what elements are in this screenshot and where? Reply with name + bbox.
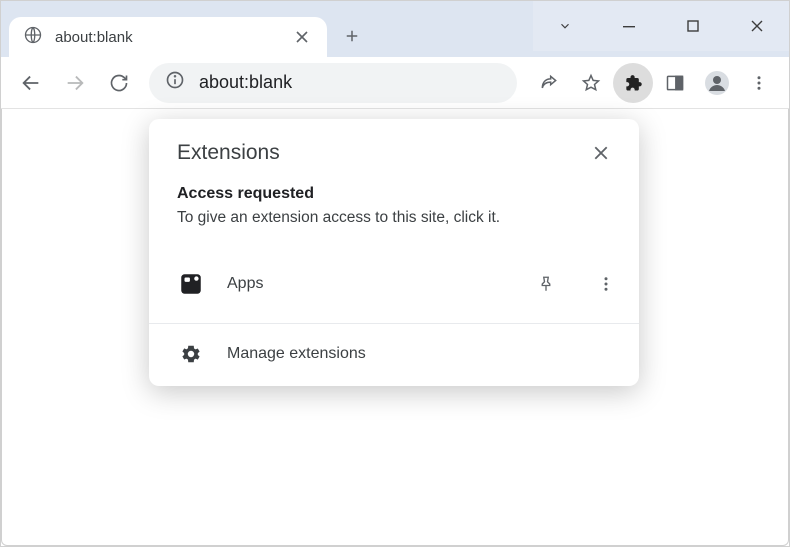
forward-button[interactable]	[55, 63, 95, 103]
maximize-button[interactable]	[661, 1, 725, 51]
new-tab-button[interactable]	[333, 17, 371, 55]
window-controls	[533, 1, 789, 51]
back-button[interactable]	[11, 63, 51, 103]
bookmark-button[interactable]	[571, 63, 611, 103]
extensions-popup: Extensions Access requested To give an e…	[149, 119, 639, 386]
site-info-icon[interactable]	[165, 70, 185, 95]
access-requested-section: Access requested To give an extension ac…	[149, 185, 639, 249]
popup-close-button[interactable]	[587, 139, 615, 167]
minimize-button[interactable]	[597, 1, 661, 51]
toolbar: about:blank	[1, 57, 789, 109]
gear-icon	[177, 340, 205, 368]
tab-title: about:blank	[55, 29, 133, 46]
browser-tab[interactable]: about:blank	[9, 17, 327, 57]
extensions-button[interactable]	[613, 63, 653, 103]
manage-extensions-row[interactable]: Manage extensions	[149, 323, 639, 386]
extension-label: Apps	[227, 275, 505, 293]
section-heading: Access requested	[177, 185, 611, 203]
address-bar[interactable]: about:blank	[149, 63, 517, 103]
section-body: To give an extension access to this site…	[177, 209, 611, 227]
extension-row-apps[interactable]: Apps	[149, 249, 639, 319]
extension-more-button[interactable]	[587, 265, 625, 303]
apps-extension-icon	[177, 270, 205, 298]
share-button[interactable]	[529, 63, 569, 103]
menu-button[interactable]	[739, 63, 779, 103]
globe-icon	[23, 25, 43, 49]
pin-button[interactable]	[527, 265, 565, 303]
tab-close-button[interactable]	[291, 26, 313, 48]
dropdown-caret-icon[interactable]	[533, 1, 597, 51]
address-text: about:blank	[199, 72, 292, 93]
profile-button[interactable]	[697, 63, 737, 103]
window-close-button[interactable]	[725, 1, 789, 51]
side-panel-button[interactable]	[655, 63, 695, 103]
popup-title: Extensions	[177, 141, 280, 165]
reload-button[interactable]	[99, 63, 139, 103]
manage-extensions-label: Manage extensions	[227, 345, 625, 363]
